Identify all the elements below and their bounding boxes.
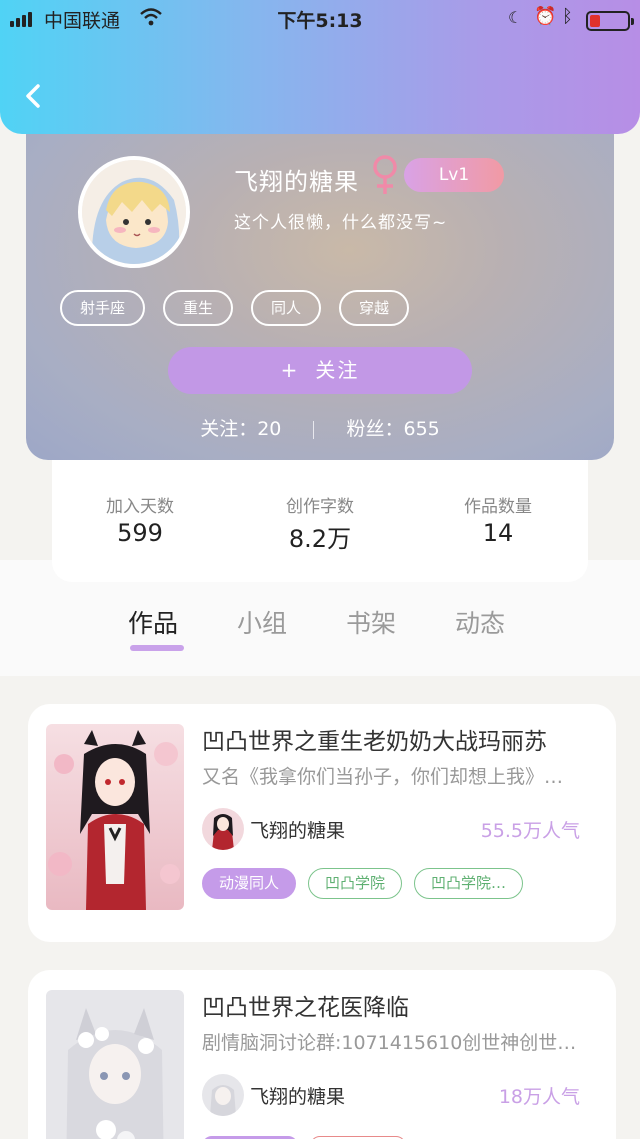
work-card[interactable]: 凹凸世界之花医降临 剧情脑洞讨论群:1071415610创世神创世… 飞翔的糖果… bbox=[28, 970, 616, 1139]
stat-word-count: 创作字数 8.2万 bbox=[230, 492, 410, 554]
active-tab-indicator bbox=[130, 645, 184, 651]
work-tag[interactable]: 动漫同人 bbox=[202, 868, 297, 899]
stat-value: 8.2万 bbox=[288, 525, 352, 553]
tab-bookshelf[interactable]: 书架 bbox=[346, 604, 396, 640]
stat-value: 599 bbox=[117, 519, 163, 547]
work-title[interactable]: 凹凸世界之花医降临 bbox=[202, 988, 409, 1022]
profile-tag[interactable]: 重生 bbox=[163, 290, 234, 326]
stat-join-days: 加入天数 599 bbox=[50, 492, 230, 547]
popularity: 55.5万人气 bbox=[480, 820, 580, 842]
work-cover[interactable] bbox=[46, 724, 184, 910]
tab-activity[interactable]: 动态 bbox=[455, 604, 505, 640]
author-avatar[interactable] bbox=[202, 1074, 244, 1116]
cover-illustration bbox=[46, 990, 184, 1139]
following-count[interactable]: 关注：20 bbox=[200, 418, 281, 440]
status-bar: 中国联通 下午5:13 ☾ ⏰ ᛒ bbox=[0, 6, 640, 32]
profile-tag[interactable]: 射手座 bbox=[60, 290, 146, 326]
work-tag[interactable]: 凹凸学院… bbox=[414, 868, 524, 899]
fans-count[interactable]: 粉丝：655 bbox=[347, 418, 440, 440]
stat-label: 加入天数 bbox=[106, 497, 174, 517]
work-title[interactable]: 凹凸世界之重生老奶奶大战玛丽苏 bbox=[202, 722, 547, 756]
username: 飞翔的糖果 bbox=[234, 168, 359, 196]
work-subtitle: 剧情脑洞讨论群:1071415610创世神创世… bbox=[202, 1032, 577, 1054]
female-icon bbox=[373, 155, 397, 194]
work-subtitle: 又名《我拿你们当孙子，你们却想上我》… bbox=[202, 766, 564, 788]
author-avatar[interactable] bbox=[202, 808, 244, 850]
plus-icon: + bbox=[280, 358, 300, 382]
popularity: 18万人气 bbox=[498, 1086, 580, 1108]
author-avatar-illustration bbox=[202, 808, 244, 850]
profile-tags: 射手座 重生 同人 穿越 bbox=[60, 290, 410, 326]
work-cover[interactable] bbox=[46, 990, 184, 1139]
moon-icon: ☾ bbox=[508, 8, 523, 27]
stat-label: 创作字数 bbox=[286, 497, 354, 517]
work-card[interactable]: 凹凸世界之重生老奶奶大战玛丽苏 又名《我拿你们当孙子，你们却想上我》… 飞翔的糖… bbox=[28, 704, 616, 942]
back-arrow-icon[interactable] bbox=[22, 82, 46, 110]
profile-header: 飞翔的糖果 Lv1 这个人很懒，什么都没写~ 射手座 重生 同人 穿越 + 关注 … bbox=[26, 110, 614, 460]
author-name[interactable]: 飞翔的糖果 bbox=[250, 816, 345, 843]
top-bar: 中国联通 下午5:13 ☾ ⏰ ᛒ bbox=[0, 0, 640, 134]
battery-icon bbox=[586, 11, 634, 31]
alarm-icon: ⏰ bbox=[534, 6, 557, 27]
bluetooth-icon: ᛒ bbox=[562, 6, 573, 27]
follow-button[interactable]: + 关注 bbox=[168, 347, 472, 394]
avatar-illustration bbox=[82, 160, 186, 264]
tab-works[interactable]: 作品 bbox=[128, 604, 178, 640]
author-name[interactable]: 飞翔的糖果 bbox=[250, 1082, 345, 1109]
profile-tag[interactable]: 同人 bbox=[251, 290, 322, 326]
cover-illustration bbox=[46, 724, 184, 910]
user-bio: 这个人很懒，什么都没写~ bbox=[234, 213, 448, 233]
author-avatar-illustration bbox=[202, 1074, 244, 1116]
follow-counts: 关注：20 粉丝：655 bbox=[26, 414, 614, 441]
work-tag[interactable]: 凹凸学院 bbox=[308, 868, 403, 899]
follow-label: 关注 bbox=[315, 358, 360, 382]
stat-label: 作品数量 bbox=[464, 497, 532, 517]
profile-tag[interactable]: 穿越 bbox=[339, 290, 410, 326]
stat-work-count: 作品数量 14 bbox=[408, 492, 588, 547]
stat-value: 14 bbox=[482, 519, 514, 547]
profile-page: 中国联通 下午5:13 ☾ ⏰ ᛒ 飞翔的糖果 Lv1 这个人很懒，什么都没写~… bbox=[0, 0, 640, 1139]
user-avatar[interactable] bbox=[78, 156, 190, 268]
tab-groups[interactable]: 小组 bbox=[237, 604, 287, 640]
level-badge: Lv1 bbox=[404, 158, 504, 192]
work-tags: 动漫同人 凹凸学院 凹凸学院… bbox=[202, 868, 524, 899]
divider bbox=[313, 420, 315, 439]
